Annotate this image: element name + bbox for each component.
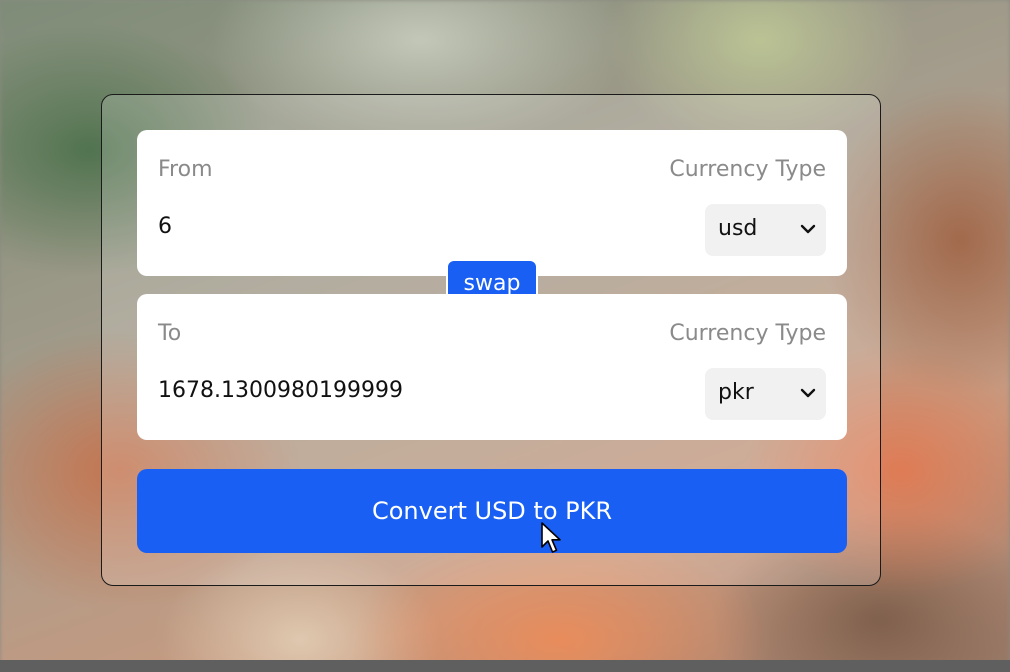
convert-button[interactable]: Convert USD to PKR — [137, 469, 847, 553]
bottom-bar — [0, 660, 1010, 672]
chevron-down-icon — [800, 388, 816, 398]
to-label: To — [158, 321, 182, 346]
to-amount-field[interactable]: 1678.1300980199999 — [158, 378, 403, 403]
from-currency-type-label: Currency Type — [669, 157, 826, 182]
mouse-cursor-icon — [541, 522, 561, 553]
to-panel: To Currency Type 1678.1300980199999 pkr — [137, 294, 847, 440]
from-currency-value: usd — [718, 216, 758, 241]
from-panel: From Currency Type 6 usd — [137, 130, 847, 276]
converter-card: From Currency Type 6 usd swap To Currenc… — [101, 94, 881, 586]
to-currency-value: pkr — [718, 380, 754, 405]
to-currency-select[interactable]: pkr — [705, 368, 826, 420]
to-currency-type-label: Currency Type — [669, 321, 826, 346]
chevron-down-icon — [800, 224, 816, 234]
from-label: From — [158, 157, 213, 182]
from-currency-select[interactable]: usd — [705, 204, 826, 256]
from-amount-input[interactable]: 6 — [158, 214, 172, 239]
